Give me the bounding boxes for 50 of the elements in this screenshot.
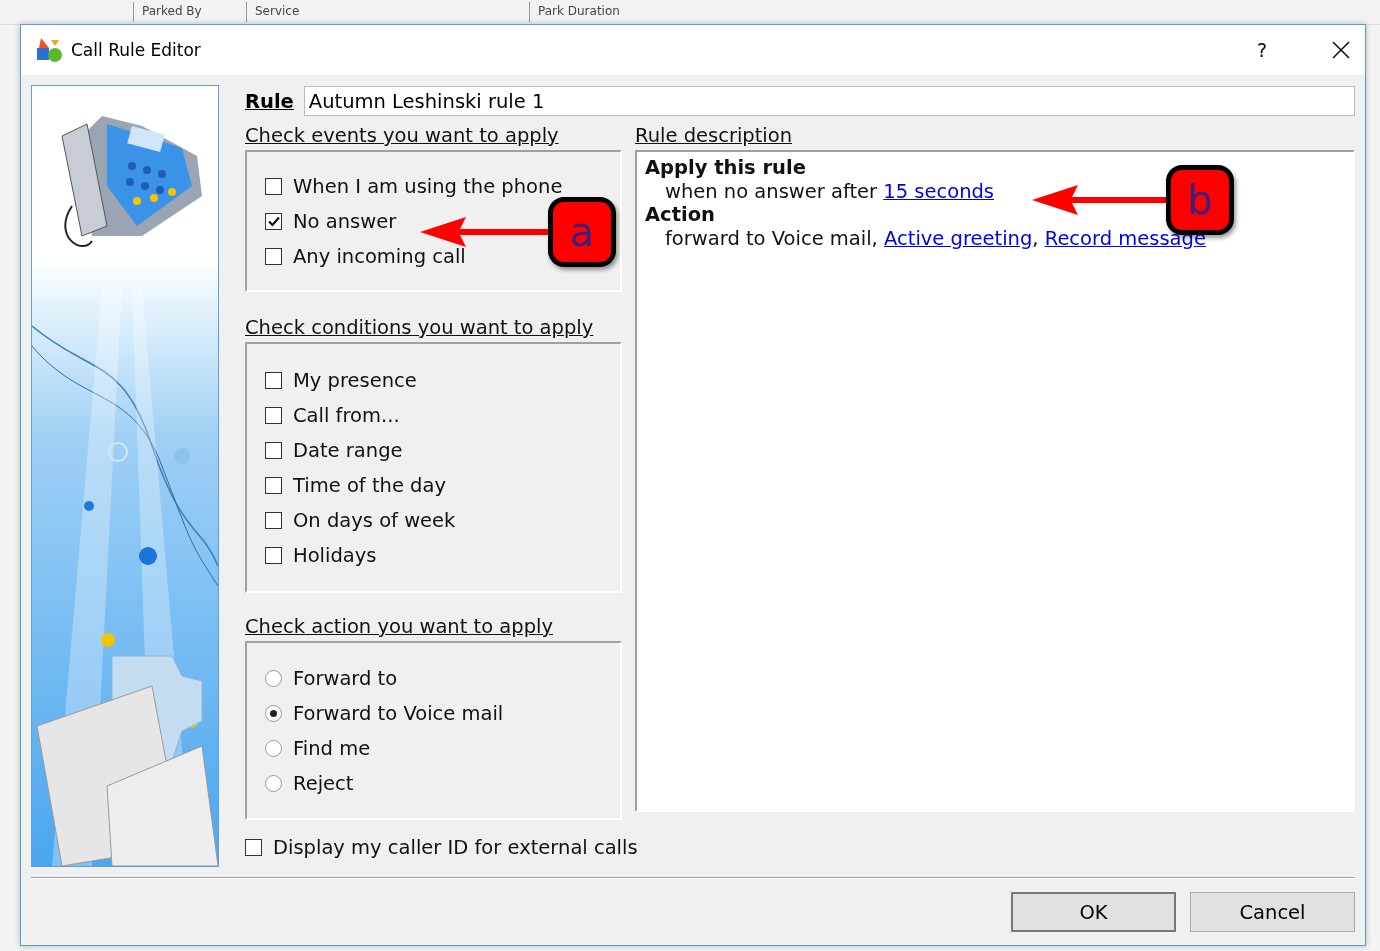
checkbox-label: Display my caller ID for external calls (273, 836, 638, 859)
close-icon[interactable] (1331, 40, 1351, 60)
section-heading: Check conditions you want to apply (245, 316, 594, 341)
description-link[interactable]: 15 seconds (883, 179, 995, 203)
checkbox-label: On days of week (293, 508, 456, 532)
checkbox-label: Holidays (293, 543, 377, 567)
description-link[interactable]: Active greeting (884, 226, 1033, 250)
dialog-button[interactable]: Cancel (1190, 892, 1355, 932)
checkbox-label: No answer (293, 209, 397, 233)
annotation-badge: b (1166, 165, 1234, 235)
checkbox[interactable] (265, 212, 282, 230)
rule-name-field[interactable]: Autumn Leshinski rule 1 (303, 86, 1355, 116)
help-button[interactable]: ? (1256, 39, 1267, 61)
rule-label: Rule (245, 89, 294, 113)
checkbox-label: My presence (293, 368, 417, 392)
annotation-badge: a (548, 197, 616, 267)
radio-button[interactable] (265, 704, 282, 722)
radio-button[interactable] (265, 669, 282, 687)
description-title: Action (645, 203, 715, 227)
radio-label: Forward to (293, 666, 398, 690)
checkbox-label: Any incoming call (293, 244, 466, 268)
checkbox[interactable] (245, 839, 262, 856)
radio-button[interactable] (265, 774, 282, 792)
description-title: Apply this rule (645, 156, 806, 180)
checkbox-label: Date range (293, 438, 403, 462)
radio-label: Forward to Voice mail (293, 701, 504, 725)
checkbox[interactable] (265, 546, 282, 564)
checkbox[interactable] (265, 476, 282, 494)
column-header: Park Duration (529, 2, 818, 22)
checkbox[interactable] (265, 406, 282, 424)
app-icon (35, 36, 63, 64)
checkbox[interactable] (265, 371, 282, 389)
radio-label: Find me (293, 736, 371, 760)
column-header: Service (246, 2, 529, 22)
radio-label: Reject (293, 771, 354, 795)
section-heading: Check action you want to apply (245, 615, 553, 640)
radio-button[interactable] (265, 739, 282, 757)
window-title: Call Rule Editor (71, 40, 202, 60)
section-heading: Rule description (635, 124, 793, 149)
checkbox-label: Time of the day (293, 473, 446, 497)
checkbox[interactable] (265, 247, 282, 265)
checkbox[interactable] (265, 511, 282, 529)
dialog-button[interactable]: OK (1011, 892, 1176, 932)
section-heading: Check events you want to apply (245, 124, 559, 149)
checkbox-label: When I am using the phone (293, 174, 563, 198)
checkbox-label: Call from... (293, 403, 400, 427)
checkbox[interactable] (265, 441, 282, 459)
checkbox[interactable] (265, 177, 282, 195)
column-header: Parked By (133, 2, 246, 22)
description-line: when no answer after 15 seconds (664, 179, 995, 203)
